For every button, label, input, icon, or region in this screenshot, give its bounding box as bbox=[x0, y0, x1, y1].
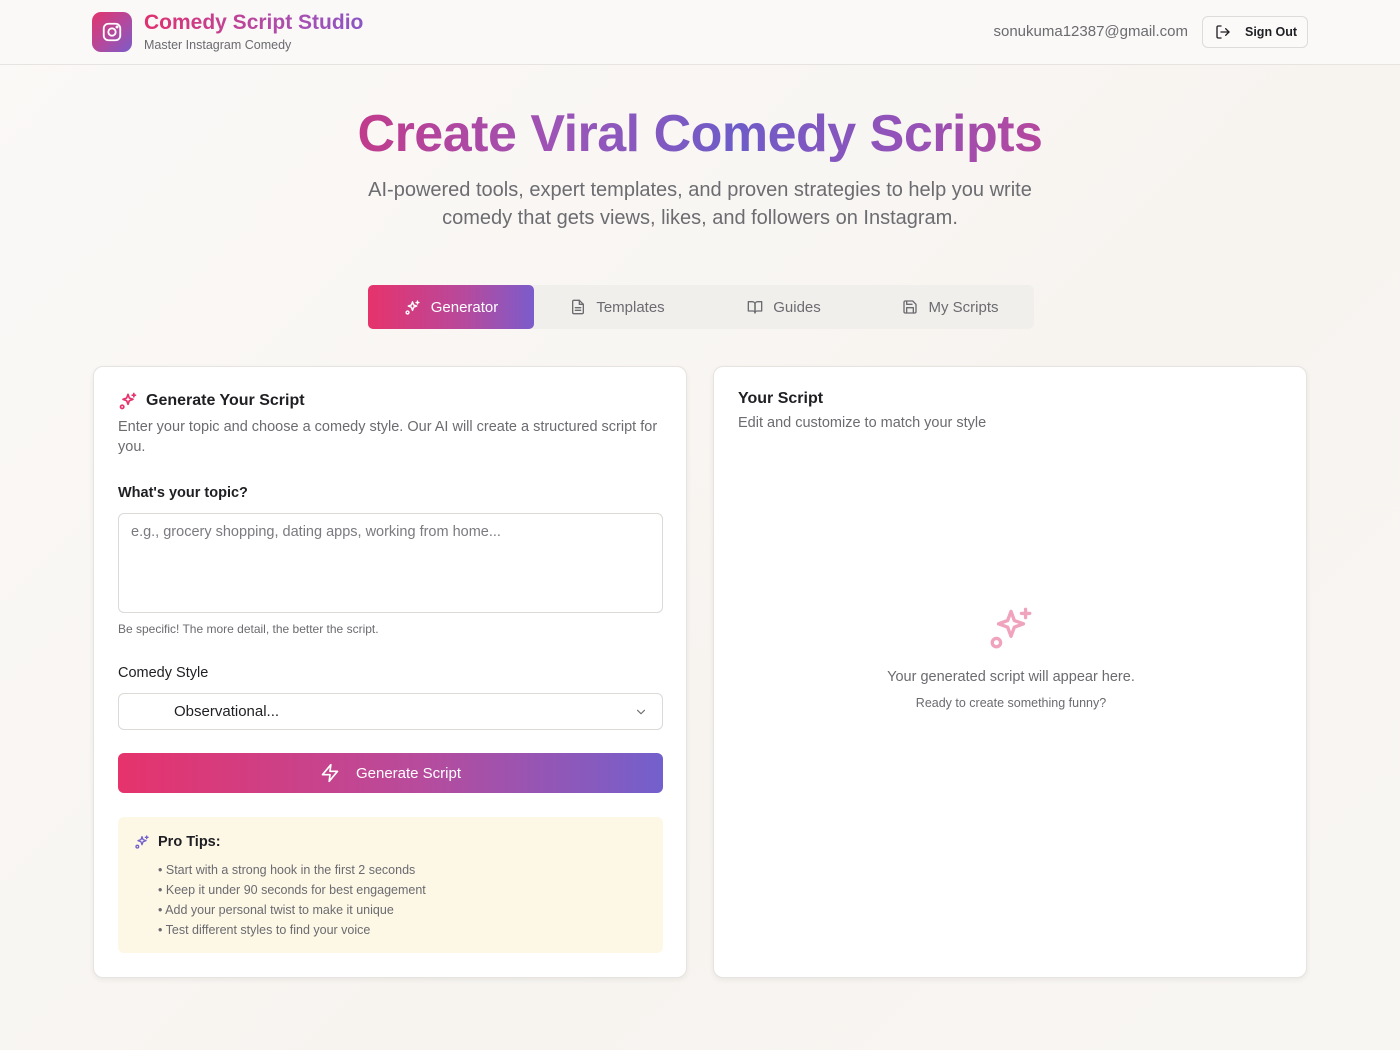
list-item: Test different styles to find your voice bbox=[158, 920, 426, 940]
generate-script-button[interactable]: Generate Script bbox=[118, 753, 663, 793]
top-header: Comedy Script Studio Master Instagram Co… bbox=[0, 0, 1400, 65]
comedy-style-value: Observational... bbox=[174, 703, 280, 720]
empty-state-subtext: Ready to create something funny? bbox=[915, 696, 1107, 710]
empty-state-message: Your generated script will appear here. bbox=[887, 669, 1135, 685]
generator-description: Enter your topic and choose a comedy sty… bbox=[118, 419, 658, 455]
topic-input[interactable] bbox=[118, 513, 663, 613]
save-icon bbox=[903, 300, 918, 314]
hero-title: Create Viral Comedy Scripts bbox=[0, 104, 1400, 164]
tab-my-scripts-label: My Scripts bbox=[928, 298, 999, 316]
generate-script-label: Generate Script bbox=[355, 764, 462, 782]
log-out-icon bbox=[1216, 25, 1230, 39]
hero-subtitle: AI-powered tools, expert templates, and … bbox=[368, 179, 1032, 229]
topic-label: What's your topic? bbox=[118, 485, 248, 501]
book-open-icon bbox=[747, 301, 763, 314]
tab-guides-label: Guides bbox=[773, 298, 821, 316]
sparkles-icon bbox=[990, 607, 1032, 649]
user-email: sonukuma12387@gmail.com bbox=[993, 23, 1189, 40]
tab-my-scripts[interactable]: My Scripts bbox=[867, 285, 1034, 329]
brand-subtitle: Master Instagram Comedy bbox=[144, 38, 292, 52]
sparkles-icon bbox=[119, 392, 137, 410]
tab-generator-label: Generator bbox=[430, 298, 499, 316]
list-item: Keep it under 90 seconds for best engage… bbox=[158, 880, 426, 900]
sign-out-label: Sign Out bbox=[1245, 25, 1298, 39]
style-label: Comedy Style bbox=[118, 665, 209, 681]
pro-tips-list: Start with a strong hook in the first 2 … bbox=[158, 860, 426, 940]
tab-templates-label: Templates bbox=[596, 298, 665, 316]
instagram-icon bbox=[92, 12, 132, 52]
pro-tips-box: Pro Tips: Start with a strong hook in th… bbox=[118, 817, 663, 953]
hero-title-text: Create Viral Comedy Scripts bbox=[357, 105, 1043, 163]
sign-out-button[interactable]: Sign Out bbox=[1202, 16, 1308, 48]
script-panel-subtitle: Edit and customize to match your style bbox=[738, 415, 987, 431]
file-text-icon bbox=[572, 299, 585, 315]
topic-hint: Be specific! The more detail, the better… bbox=[118, 622, 379, 636]
tab-guides[interactable]: Guides bbox=[701, 285, 867, 329]
comedy-style-select[interactable]: Observational... bbox=[118, 693, 663, 730]
list-item: Add your personal twist to make it uniqu… bbox=[158, 900, 426, 920]
chevron-down-icon bbox=[636, 709, 646, 715]
generator-card: Generate Your Script Enter your topic an… bbox=[93, 366, 687, 978]
tab-generator[interactable]: Generator bbox=[368, 285, 534, 329]
pro-tips-title: Pro Tips: bbox=[158, 834, 221, 850]
zap-icon bbox=[321, 763, 339, 783]
sparkles-icon bbox=[405, 299, 420, 315]
script-output-card: Your Script Edit and customize to match … bbox=[713, 366, 1307, 978]
script-panel-title: Your Script bbox=[738, 390, 824, 407]
sparkles-icon bbox=[135, 835, 149, 849]
generator-title: Generate Your Script bbox=[146, 392, 305, 409]
brand-title: Comedy Script Studio bbox=[144, 11, 364, 34]
main-tabs: Generator Templates Guides My Scripts bbox=[368, 285, 1034, 329]
list-item: Start with a strong hook in the first 2 … bbox=[158, 860, 426, 880]
tab-templates[interactable]: Templates bbox=[534, 285, 701, 329]
